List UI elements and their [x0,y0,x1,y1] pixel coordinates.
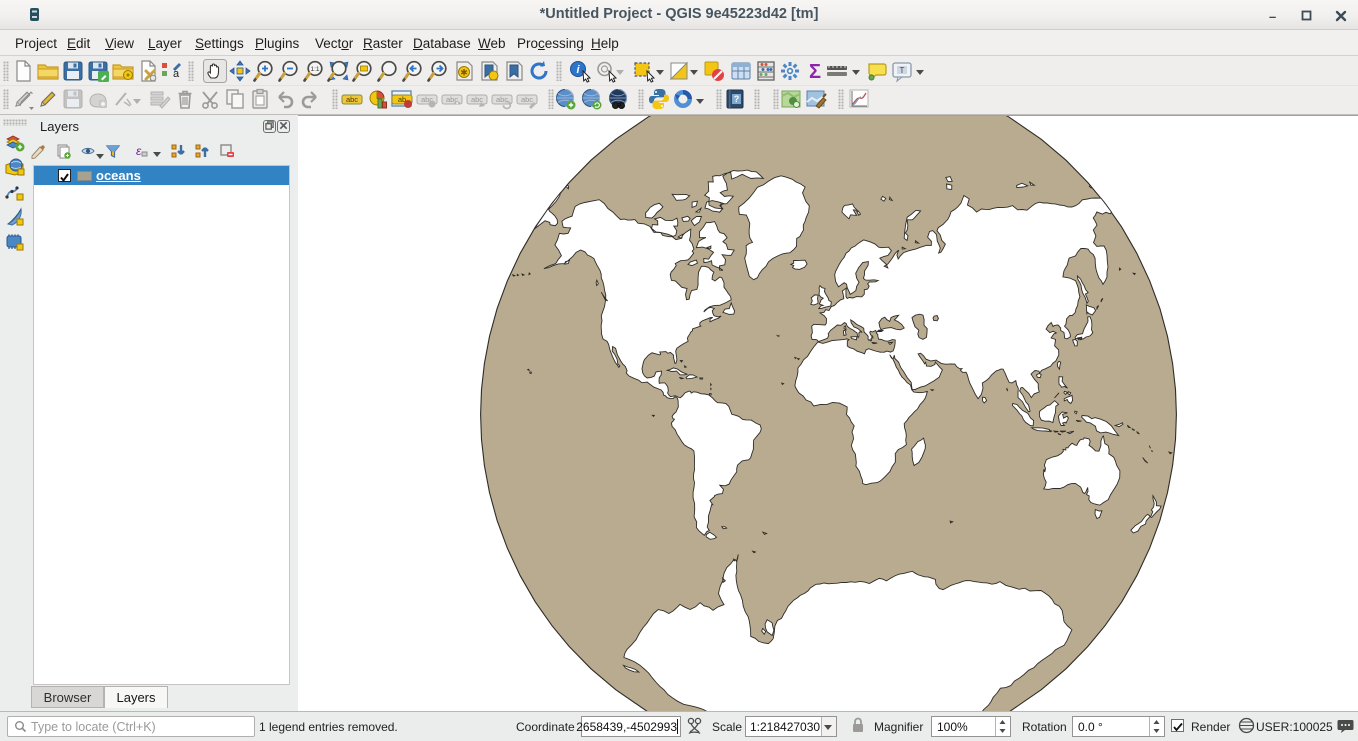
svg-text:ε: ε [136,144,142,158]
svg-text:✱: ✱ [100,101,106,109]
svg-text:Σ: Σ [809,61,821,83]
svg-text:abc: abc [496,95,508,104]
svg-text:✱: ✱ [460,68,468,78]
svg-text:T: T [900,66,905,75]
svg-text:1:1: 1:1 [310,66,319,73]
svg-text:abc: abc [346,95,358,104]
svg-text:abc: abc [521,95,533,104]
svg-text:?: ? [734,94,740,104]
